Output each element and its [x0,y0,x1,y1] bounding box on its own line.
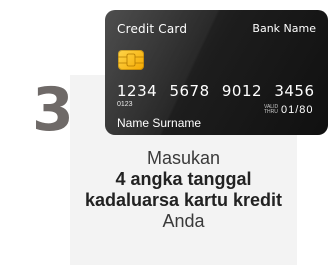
valid-thru-label: VALID THRU [264,104,279,115]
expiry-date: 01/80 [281,104,314,116]
instruction-text: Masukan 4 angka tanggal kadaluarsa kartu… [70,148,297,232]
instruction-line1: Masukan [146,148,221,168]
bank-name: Bank Name [252,22,316,35]
credit-card-illustration: Credit Card Bank Name 1234 5678 9012 345… [105,10,328,135]
card-title: Credit Card [117,22,188,36]
instruction-end: Anda [162,211,205,231]
card-holder-name: Name Surname [117,116,202,130]
step-number: 3 [32,75,74,145]
instruction-highlight: 4 angka tanggal kadaluarsa kartu kredit [84,169,283,210]
card-number: 1234 5678 9012 3456 [117,82,315,100]
chip-icon [118,50,144,70]
card-code: 0123 [117,101,133,108]
